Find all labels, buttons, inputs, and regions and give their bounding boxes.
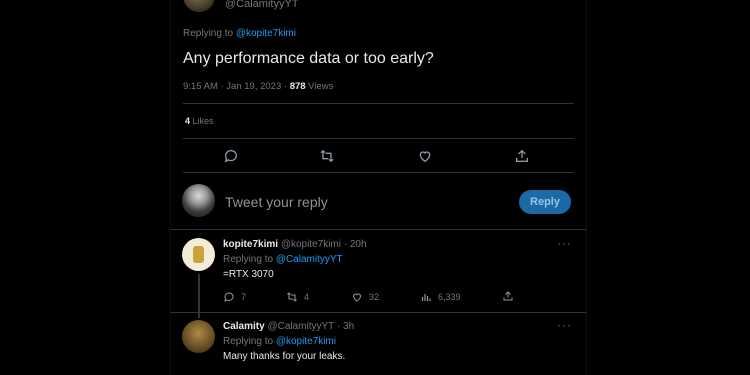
- like-icon[interactable]: [417, 148, 433, 164]
- tweet-thread-column: @CalamityyYT Replying to @kopite7kimi An…: [170, 0, 587, 375]
- more-options-icon[interactable]: ···: [557, 318, 572, 332]
- reply-author-name[interactable]: kopite7kimi: [223, 239, 278, 250]
- reply-author-meta[interactable]: @CalamityyYT · 3h: [267, 321, 354, 332]
- divider: [183, 172, 574, 173]
- likes-label: Likes: [190, 116, 214, 126]
- reply-text: =RTX 3070: [223, 269, 274, 280]
- more-options-icon[interactable]: ···: [557, 236, 572, 250]
- tweet-text: Any performance data or too early?: [183, 50, 434, 67]
- retweet-icon: [286, 291, 298, 303]
- reply-replying-to: Replying to @CalamityyYT: [223, 254, 343, 265]
- divider: [171, 312, 586, 313]
- author-avatar[interactable]: [183, 0, 215, 12]
- replying-to-prefix: Replying to: [223, 254, 276, 265]
- reply-author-name[interactable]: Calamity: [223, 321, 265, 332]
- like-count: 32: [369, 292, 380, 302]
- reply-replying-to: Replying to @kopite7kimi: [223, 336, 336, 347]
- reply-count: 7: [241, 292, 247, 302]
- replying-to-link[interactable]: @CalamityyYT: [276, 254, 343, 265]
- retweet-icon[interactable]: [319, 148, 335, 164]
- replying-to-link[interactable]: @kopite7kimi: [236, 28, 296, 39]
- divider: [171, 229, 586, 230]
- reply-author-meta[interactable]: @kopite7kimi · 20h: [281, 239, 367, 250]
- divider: [183, 103, 574, 104]
- share-icon[interactable]: [514, 148, 530, 164]
- reply-icon[interactable]: [223, 148, 239, 164]
- likes-summary[interactable]: 4 Likes: [185, 116, 214, 126]
- like-icon: [351, 291, 363, 303]
- replying-to-link[interactable]: @kopite7kimi: [276, 336, 336, 347]
- replying-to-line: Replying to @kopite7kimi: [183, 28, 296, 39]
- views-label: Views: [305, 81, 334, 92]
- retweet-count: 4: [304, 292, 310, 302]
- reply-input[interactable]: Tweet your reply: [225, 194, 328, 210]
- retweet-action[interactable]: 4: [286, 291, 309, 303]
- replying-to-prefix: Replying to: [183, 28, 236, 39]
- reply-header: kopite7kimi @kopite7kimi · 20h: [223, 239, 367, 250]
- divider: [183, 138, 574, 139]
- reply-button[interactable]: Reply: [519, 190, 571, 214]
- reply-header: Calamity @CalamityyYT · 3h: [223, 321, 354, 332]
- avatar-figure: [193, 246, 204, 263]
- tweet-timestamp: 9:15 AM · Jan 19, 2023 · 878 Views: [183, 81, 333, 92]
- like-action[interactable]: 32: [351, 291, 379, 303]
- replying-to-prefix: Replying to: [223, 336, 276, 347]
- composer-avatar: [182, 184, 215, 217]
- share-icon[interactable]: [502, 290, 514, 302]
- reply-avatar[interactable]: [182, 238, 215, 271]
- author-handle[interactable]: @CalamityyYT: [225, 0, 299, 10]
- views-action[interactable]: 6,339: [420, 291, 461, 303]
- views-count: 6,339: [438, 292, 461, 302]
- analytics-icon: [420, 291, 432, 303]
- reply-icon: [223, 291, 235, 303]
- views-count: 878: [289, 81, 306, 92]
- reply-avatar[interactable]: [182, 320, 215, 353]
- reply-text: Many thanks for your leaks.: [223, 351, 346, 362]
- reply-count-action[interactable]: 7: [223, 291, 246, 303]
- time-text[interactable]: 9:15 AM · Jan 19, 2023 ·: [183, 81, 290, 92]
